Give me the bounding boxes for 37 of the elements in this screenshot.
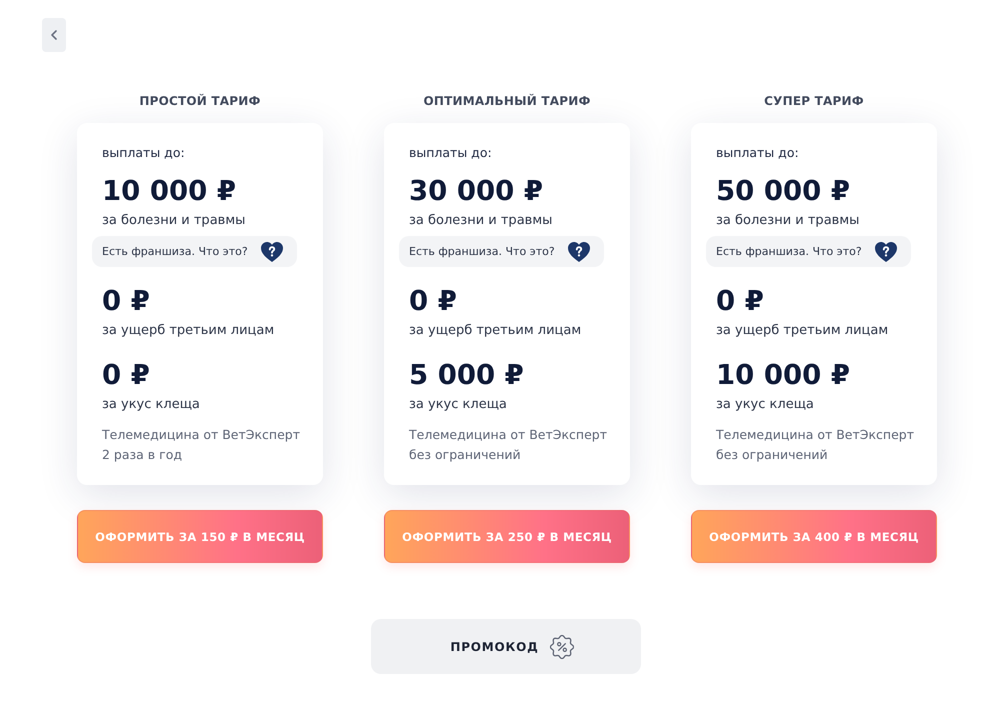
payout-label: выплаты до: — [409, 144, 492, 162]
coverage-amount: 0 ₽ — [409, 284, 457, 318]
coverage-caption: за болезни и травмы — [716, 212, 860, 230]
plan-title: СУПЕР ТАРИФ — [764, 94, 864, 108]
heart-question-icon — [261, 242, 283, 262]
coverage-caption: за ущерб третьим лицам — [716, 322, 888, 340]
payout-label: выплаты до: — [716, 144, 799, 162]
coverage-amount: 10 000 ₽ — [716, 358, 850, 392]
telemedicine-text: Телемедицина от ВетЭксперт без ограничений — [409, 426, 608, 464]
franchise-info-button[interactable]: Есть франшиза. Что это? — [92, 236, 297, 267]
coverage-amount: 0 ₽ — [102, 358, 150, 392]
telemedicine-text: Телемедицина от ВетЭксперт без ограничений — [716, 426, 914, 464]
heart-question-icon — [875, 242, 897, 262]
coverage-caption: за укус клеща — [716, 396, 814, 414]
coverage-caption: за болезни и травмы — [102, 212, 246, 230]
franchise-info-button[interactable]: Есть франшиза. Что это? — [706, 236, 911, 267]
promo-code-button[interactable]: ПРОМОКОД — [371, 619, 641, 674]
coverage-amount: 0 ₽ — [716, 284, 764, 318]
coverage-amount: 30 000 ₽ — [409, 174, 543, 208]
coverage-amount: 50 000 ₽ — [716, 174, 850, 208]
coverage-caption: за ущерб третьим лицам — [409, 322, 582, 340]
coverage-caption: за ущерб третьим лицам — [102, 322, 274, 340]
coverage-amount: 5 000 ₽ — [409, 358, 524, 392]
coverage-amount: 10 000 ₽ — [102, 174, 236, 208]
chevron-left-icon — [51, 30, 57, 40]
plan-title: ПРОСТОЙ ТАРИФ — [139, 94, 261, 108]
heart-question-icon — [568, 242, 590, 262]
franchise-info-button[interactable]: Есть франшиза. Что это? — [399, 236, 604, 267]
plan-title: ОПТИМАЛЬНЫЙ ТАРИФ — [423, 94, 591, 108]
coverage-caption: за болезни и травмы — [409, 212, 552, 230]
percent-badge-icon — [550, 634, 574, 658]
payout-label: выплаты до: — [102, 144, 185, 162]
back-button[interactable] — [42, 18, 66, 52]
coverage-caption: за укус клеща — [409, 396, 507, 414]
coverage-amount: 0 ₽ — [102, 284, 150, 318]
coverage-caption: за укус клеща — [102, 396, 200, 414]
telemedicine-text: Телемедицина от ВетЭксперт 2 раза в год — [102, 426, 300, 464]
